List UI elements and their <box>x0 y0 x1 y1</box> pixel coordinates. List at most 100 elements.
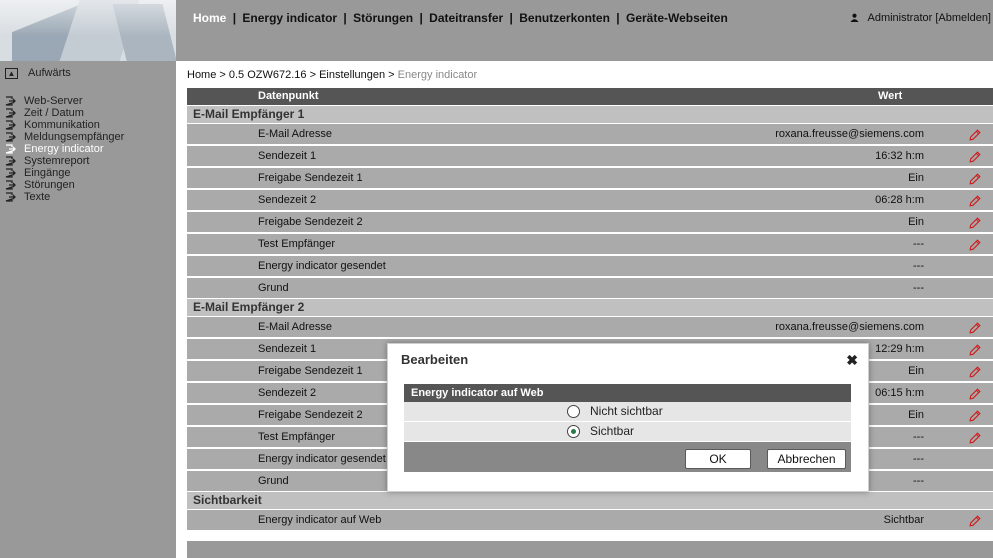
ok-button[interactable]: OK <box>685 449 751 469</box>
header-logo-image <box>0 0 176 61</box>
sidebar-item[interactable]: Energy indicator <box>5 143 124 155</box>
exit-arrow-icon <box>5 168 16 178</box>
row-label: Freigabe Sendezeit 1 <box>258 172 363 184</box>
pencil-icon[interactable] <box>969 387 981 400</box>
radio-nicht-sichtbar[interactable] <box>567 405 580 418</box>
row-label: Freigabe Sendezeit 2 <box>258 216 363 228</box>
row-value: Ein <box>908 172 924 184</box>
row-label: Grund <box>258 475 289 487</box>
pencil-icon[interactable] <box>969 343 981 356</box>
pencil-icon[interactable] <box>969 128 981 141</box>
pencil-icon[interactable] <box>969 365 981 378</box>
sidebar-item-label: Texte <box>24 191 51 203</box>
row-label: Freigabe Sendezeit 2 <box>258 409 363 421</box>
row-label: E-Mail Adresse <box>258 321 332 333</box>
nav-energy-indicator-link[interactable]: Energy indicator <box>242 11 337 25</box>
user-name: Administrator <box>867 12 933 24</box>
table-row: Energy indicator auf Web Sichtbar <box>187 510 993 530</box>
breadcrumb: Home > 0.5 OZW672.16 > Einstellungen > E… <box>187 69 477 81</box>
sidebar-up-button[interactable]: ▲ Aufwärts <box>5 65 71 81</box>
row-label: E-Mail Adresse <box>258 128 332 140</box>
exit-arrow-icon <box>5 156 16 166</box>
sidebar-item[interactable]: Eingänge <box>5 167 124 179</box>
pencil-icon[interactable] <box>969 514 981 527</box>
nav-benutzerkonten-link[interactable]: Benutzerkonten <box>519 11 610 25</box>
exit-arrow-icon <box>5 132 16 142</box>
sidebar-up-label: Aufwärts <box>28 67 71 79</box>
sidebar-item[interactable]: Störungen <box>5 179 124 191</box>
close-icon[interactable]: ✖ <box>846 352 858 369</box>
nav-stoerungen-link[interactable]: Störungen <box>353 11 413 25</box>
nav-home-link[interactable]: Home <box>193 11 226 25</box>
logout-link[interactable]: [Abmelden] <box>935 12 991 24</box>
pencil-icon[interactable] <box>969 431 981 444</box>
cancel-button[interactable]: Abbrechen <box>767 449 846 469</box>
sidebar-item[interactable]: Web-Server <box>5 95 124 107</box>
nav-separator: | <box>343 11 347 25</box>
edit-dialog: Bearbeiten ✖ Energy indicator auf Web Ni… <box>387 343 869 492</box>
sidebar-item[interactable]: Meldungsempfänger <box>5 131 124 143</box>
section-title: E-Mail Empfänger 1 <box>193 107 305 121</box>
pencil-icon[interactable] <box>969 150 981 163</box>
sidebar-item[interactable]: Kommunikation <box>5 119 124 131</box>
row-label: Sendezeit 1 <box>258 150 317 162</box>
exit-arrow-icon <box>5 192 16 202</box>
row-value: Ein <box>908 216 924 228</box>
pencil-icon[interactable] <box>969 194 981 207</box>
nav-separator: | <box>509 11 513 25</box>
row-value: --- <box>913 238 924 250</box>
exit-arrow-icon <box>5 180 16 190</box>
sidebar-item[interactable]: Zeit / Datum <box>5 107 124 119</box>
up-arrow-box-icon: ▲ <box>5 67 18 79</box>
table-header: Datenpunkt Wert <box>187 88 993 105</box>
column-header-value: Wert <box>878 90 903 102</box>
nav-separator: | <box>616 11 620 25</box>
row-label: Energy indicator auf Web <box>258 514 382 526</box>
row-label: Grund <box>258 282 289 294</box>
sidebar-item-label: Systemreport <box>24 155 90 167</box>
section-title: E-Mail Empfänger 2 <box>193 300 305 314</box>
option-sichtbar[interactable]: Sichtbar <box>404 422 851 441</box>
sidebar-item-label: Störungen <box>24 179 75 191</box>
row-label: Sendezeit 2 <box>258 194 317 206</box>
top-navigation: Home | Energy indicator | Störungen | Da… <box>193 11 728 25</box>
pencil-icon[interactable] <box>969 172 981 185</box>
section-header: E-Mail Empfänger 2 <box>187 299 993 316</box>
nav-dateitransfer-link[interactable]: Dateitransfer <box>429 11 503 25</box>
user-info: Administrator [Abmelden] <box>850 12 991 24</box>
dialog-panel-title: Energy indicator auf Web <box>411 387 544 399</box>
sidebar-item[interactable]: Texte <box>5 191 124 203</box>
column-header-datapoint: Datenpunkt <box>258 90 319 102</box>
nav-geraete-webseiten-link[interactable]: Geräte-Webseiten <box>626 11 728 25</box>
exit-arrow-icon <box>5 96 16 106</box>
sidebar: ▲ Aufwärts Web-Server Zeit / Datum Kommunik… <box>0 61 176 558</box>
row-label: Freigabe Sendezeit 1 <box>258 365 363 377</box>
section-header: E-Mail Empfänger 1 <box>187 106 993 123</box>
table-row: Test Empfänger --- <box>187 234 993 254</box>
pencil-icon[interactable] <box>969 409 981 422</box>
row-value: --- <box>913 260 924 272</box>
radio-sichtbar[interactable] <box>567 425 580 438</box>
sidebar-item-label: Zeit / Datum <box>24 107 84 119</box>
pencil-icon[interactable] <box>969 238 981 251</box>
dialog-title: Bearbeiten <box>401 352 469 367</box>
nav-separator: | <box>232 11 237 25</box>
row-value: Sichtbar <box>883 514 924 526</box>
user-icon <box>850 13 860 22</box>
table-row: E-Mail Adresse roxana.freusse@siemens.com <box>187 124 993 144</box>
option-nicht-sichtbar[interactable]: Nicht sichtbar <box>404 402 851 421</box>
sidebar-item-label: Eingänge <box>24 167 71 179</box>
breadcrumb-path[interactable]: Home > 0.5 OZW672.16 > Einstellungen > <box>187 69 398 81</box>
sidebar-item[interactable]: Systemreport <box>5 155 124 167</box>
row-label: Test Empfänger <box>258 431 336 443</box>
sidebar-item-label: Web-Server <box>24 95 83 107</box>
table-row: Freigabe Sendezeit 2 Ein <box>187 212 993 232</box>
table-footer-bar <box>187 541 993 558</box>
dialog-panel-header: Energy indicator auf Web <box>404 384 851 402</box>
row-value: 16:32 h:m <box>875 150 924 162</box>
option-label: Nicht sichtbar <box>590 404 663 418</box>
row-value: --- <box>913 282 924 294</box>
radio-selected-dot <box>571 429 576 434</box>
pencil-icon[interactable] <box>969 216 981 229</box>
pencil-icon[interactable] <box>969 321 981 334</box>
